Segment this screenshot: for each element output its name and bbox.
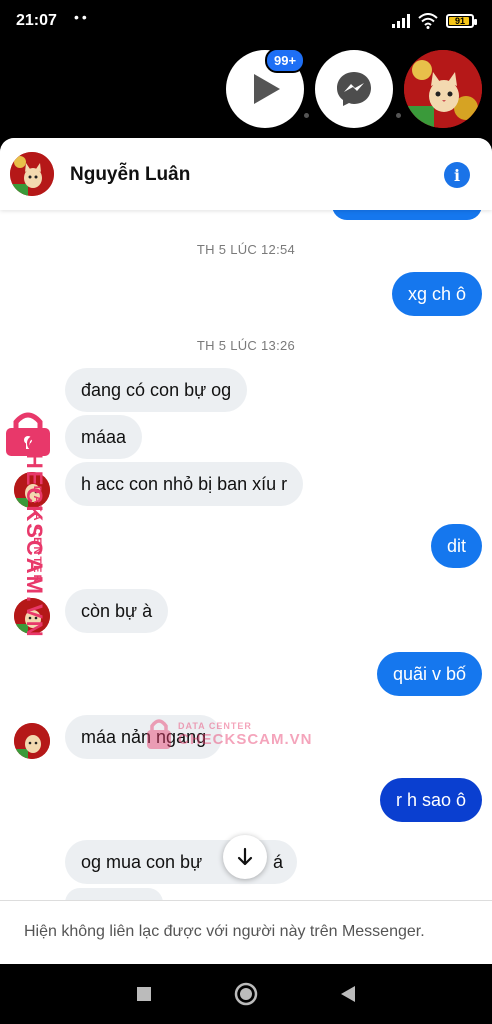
back-button[interactable] (336, 982, 360, 1006)
home-circle-icon (234, 982, 258, 1006)
navigation-bar (0, 964, 492, 1024)
cat-avatar-image (10, 152, 54, 196)
cat-avatar-image (14, 723, 50, 759)
status-bar: 21:07 •• 91 (0, 0, 492, 44)
lock-icon (147, 719, 171, 749)
page-indicator (396, 113, 401, 118)
watermark-top-line: DATA CENTER (31, 485, 43, 585)
message-text-tail: á (272, 852, 283, 872)
message-outgoing[interactable]: r h sao ô (379, 778, 482, 822)
battery-level: 91 (454, 16, 465, 26)
cat-avatar-image (404, 50, 482, 128)
contact-avatar[interactable] (10, 152, 54, 196)
wifi-icon (418, 13, 438, 29)
recents-button[interactable] (132, 982, 156, 1006)
contact-name[interactable]: Nguyễn Luân (70, 164, 190, 186)
timestamp: TH 5 LÚC 13:26 (196, 338, 296, 353)
message-outgoing[interactable]: quãi v bố (376, 652, 482, 696)
contact-avatar[interactable] (14, 723, 50, 759)
home-button[interactable] (234, 982, 258, 1006)
message-incoming[interactable]: đang có con bự og (65, 368, 248, 412)
play-icon (254, 74, 280, 104)
watermark-center: DATA CENTER CHECKSCAM.VN (146, 718, 313, 750)
watermark-subtext: DATA CENTER (31, 435, 47, 635)
watermark-top-line: DATA CENTER (178, 720, 252, 731)
message-incoming[interactable]: máaa (65, 415, 143, 459)
arrow-down-icon (237, 847, 253, 866)
back-triangle-icon (341, 986, 355, 1002)
message-incoming[interactable]: h acc con nhỏ bị ban xíu r (65, 462, 304, 506)
contact-chat-head[interactable] (404, 50, 482, 128)
chat-panel: TH 5 LÚC 12:54 xg ch ô TH 5 LÚC 13:26 đa… (0, 138, 492, 964)
timestamp: TH 5 LÚC 12:54 (196, 242, 296, 257)
message-outgoing[interactable]: xg ch ô (391, 272, 482, 316)
status-icons: 91 (392, 12, 477, 30)
message-outgoing[interactable]: dit (430, 524, 482, 568)
message-incoming[interactable]: còn bự à (65, 589, 169, 633)
page-indicator (304, 113, 309, 118)
messenger-icon (337, 72, 371, 106)
unavailable-notice-text: Hiện không liên lạc được với người này t… (24, 923, 425, 940)
messenger-chat-head[interactable] (315, 50, 393, 128)
message-text: og mua con bự (81, 852, 203, 872)
status-time: 21:07 (16, 12, 57, 29)
notification-dots: •• (74, 9, 90, 25)
battery-icon: 91 (446, 14, 477, 28)
unread-badge: 99+ (265, 48, 306, 73)
scroll-down-button[interactable] (223, 835, 267, 879)
unavailable-notice: Hiện không liên lạc được với người này t… (0, 900, 492, 964)
signal-icon (392, 14, 410, 28)
info-icon[interactable]: i (444, 162, 470, 188)
chat-header: Nguyễn Luân i (0, 138, 492, 210)
watermark-brand: CHECKSCAM.VN (178, 730, 313, 748)
recents-square-icon (137, 987, 151, 1001)
